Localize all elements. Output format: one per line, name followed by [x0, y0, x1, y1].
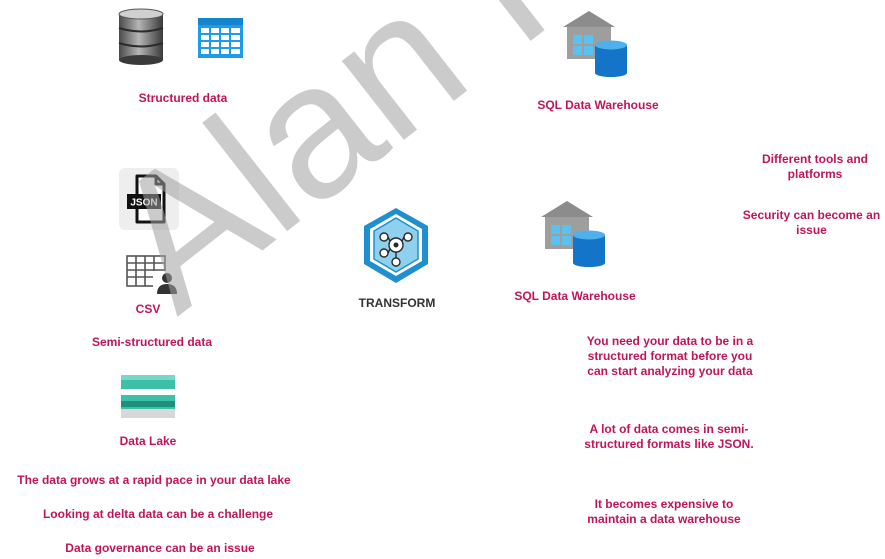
data-lake-label: Data Lake	[119, 434, 177, 448]
note-different-tools: Different tools and platforms	[761, 152, 868, 181]
issue-data-grows: The data grows at a rapid pace in your d…	[17, 473, 291, 487]
sql-dw-mid-label: SQL Data Warehouse	[514, 289, 636, 303]
transform-icon	[362, 207, 430, 285]
json-file-icon: JSON	[119, 168, 179, 230]
sql-data-warehouse-icon	[541, 201, 607, 267]
semi-structured-data-label: Semi-structured data	[91, 335, 213, 349]
structured-data-label: Structured data	[138, 91, 228, 105]
note-expensive: It becomes expensive to maintain a data …	[587, 497, 741, 526]
csv-user-icon	[125, 254, 180, 294]
issue-data-governance: Data governance can be an issue	[65, 541, 255, 555]
database-icon	[116, 8, 166, 66]
note-structured-format: You need your data to be in a structured…	[586, 334, 754, 378]
json-badge-text: JSON	[130, 198, 157, 209]
note-semi-structured: A lot of data comes in semi-structured f…	[584, 422, 754, 451]
sql-data-warehouse-icon	[563, 11, 629, 77]
table-grid-icon	[198, 18, 243, 58]
sql-dw-top-label: SQL Data Warehouse	[537, 98, 659, 112]
note-security: Security can become an issue	[742, 208, 881, 237]
issue-delta-data: Looking at delta data can be a challenge	[42, 507, 274, 521]
csv-label: CSV	[135, 302, 161, 316]
transform-label: TRANSFORM	[358, 296, 436, 310]
data-lake-icon	[121, 375, 175, 418]
